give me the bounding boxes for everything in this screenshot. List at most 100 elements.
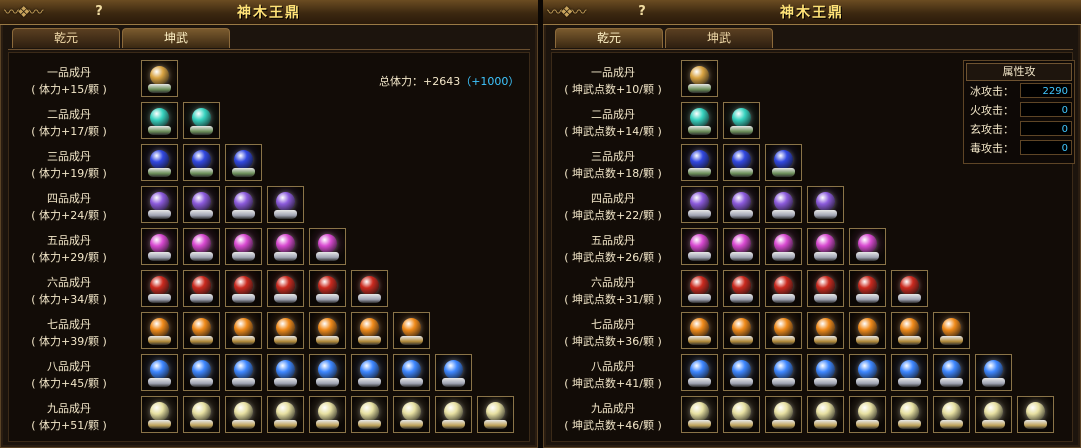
pill-slot[interactable] bbox=[723, 228, 760, 265]
pill-slot[interactable] bbox=[225, 186, 262, 223]
pill-slot[interactable] bbox=[723, 354, 760, 391]
pill-slot[interactable] bbox=[183, 102, 220, 139]
pill-slot[interactable] bbox=[681, 228, 718, 265]
pill-slot[interactable] bbox=[309, 312, 346, 349]
pill-slot[interactable] bbox=[765, 354, 802, 391]
pill-slot[interactable] bbox=[891, 312, 928, 349]
pill-slot[interactable] bbox=[141, 144, 178, 181]
pill-slot[interactable] bbox=[765, 312, 802, 349]
pill-slot[interactable] bbox=[141, 186, 178, 223]
pill-slot[interactable] bbox=[681, 102, 718, 139]
pill-slot[interactable] bbox=[681, 270, 718, 307]
pill-slot[interactable] bbox=[891, 270, 928, 307]
pill-slot[interactable] bbox=[225, 228, 262, 265]
pill-slot[interactable] bbox=[849, 354, 886, 391]
pill-slot[interactable] bbox=[309, 396, 346, 433]
pill-slot[interactable] bbox=[225, 354, 262, 391]
pill-slot[interactable] bbox=[141, 270, 178, 307]
pill-slot[interactable] bbox=[267, 354, 304, 391]
pill-slot[interactable] bbox=[1017, 396, 1054, 433]
pill-slot[interactable] bbox=[723, 144, 760, 181]
pill-slot[interactable] bbox=[933, 312, 970, 349]
pill-slot[interactable] bbox=[477, 396, 514, 433]
pill-slot[interactable] bbox=[351, 354, 388, 391]
pill-slot[interactable] bbox=[183, 186, 220, 223]
pill-slot[interactable] bbox=[267, 312, 304, 349]
pill-slot[interactable] bbox=[225, 396, 262, 433]
tab-qianyuan[interactable]: 乾元 bbox=[555, 28, 663, 48]
pill-slot[interactable] bbox=[723, 102, 760, 139]
pill-slot[interactable] bbox=[849, 312, 886, 349]
pill-slot[interactable] bbox=[141, 228, 178, 265]
pill-slot[interactable] bbox=[183, 144, 220, 181]
pill-slot[interactable] bbox=[681, 354, 718, 391]
pill-slot[interactable] bbox=[849, 270, 886, 307]
pill-slot[interactable] bbox=[183, 396, 220, 433]
pill-slot[interactable] bbox=[309, 270, 346, 307]
pill-slot[interactable] bbox=[891, 354, 928, 391]
pill-slot[interactable] bbox=[765, 144, 802, 181]
pill-slot[interactable] bbox=[807, 228, 844, 265]
pill-slot[interactable] bbox=[309, 354, 346, 391]
pill-slot[interactable] bbox=[807, 270, 844, 307]
elixir-pill-icon bbox=[942, 360, 961, 379]
elixir-pill-icon bbox=[402, 402, 421, 421]
pill-slot[interactable] bbox=[933, 396, 970, 433]
pill-slot[interactable] bbox=[681, 396, 718, 433]
pill-grid: 属性攻 冰攻击： 2290 火攻击： 0 玄攻击： 0 毒攻击： 0 一品成丹(… bbox=[551, 52, 1075, 442]
pill-slot[interactable] bbox=[681, 144, 718, 181]
elixir-pill-icon bbox=[690, 66, 709, 85]
pill-slot[interactable] bbox=[267, 270, 304, 307]
pill-slot[interactable] bbox=[807, 186, 844, 223]
pill-slot[interactable] bbox=[225, 312, 262, 349]
pill-slot[interactable] bbox=[681, 312, 718, 349]
pill-slot[interactable] bbox=[723, 396, 760, 433]
pill-slot[interactable] bbox=[933, 354, 970, 391]
pill-slot[interactable] bbox=[183, 228, 220, 265]
pill-slot[interactable] bbox=[849, 396, 886, 433]
pill-slot[interactable] bbox=[141, 102, 178, 139]
pill-slot[interactable] bbox=[267, 186, 304, 223]
pill-slot[interactable] bbox=[975, 396, 1012, 433]
pill-slot[interactable] bbox=[351, 270, 388, 307]
pill-slot[interactable] bbox=[849, 228, 886, 265]
pill-slot[interactable] bbox=[183, 270, 220, 307]
pill-slot[interactable] bbox=[183, 312, 220, 349]
pill-slot[interactable] bbox=[183, 354, 220, 391]
pill-slot[interactable] bbox=[351, 312, 388, 349]
pill-slot[interactable] bbox=[765, 186, 802, 223]
tab-kunwu[interactable]: 坤武 bbox=[665, 28, 773, 48]
pill-slot[interactable] bbox=[891, 396, 928, 433]
pill-slot[interactable] bbox=[765, 228, 802, 265]
pill-slot[interactable] bbox=[723, 186, 760, 223]
pill-slot[interactable] bbox=[267, 396, 304, 433]
pill-slot[interactable] bbox=[267, 228, 304, 265]
pill-slot[interactable] bbox=[309, 228, 346, 265]
pill-slot[interactable] bbox=[351, 396, 388, 433]
pill-slot[interactable] bbox=[141, 312, 178, 349]
pill-slot[interactable] bbox=[225, 144, 262, 181]
pill-slot[interactable] bbox=[141, 60, 178, 97]
pill-slot[interactable] bbox=[681, 60, 718, 97]
pill-slot[interactable] bbox=[141, 396, 178, 433]
pill-slot[interactable] bbox=[807, 396, 844, 433]
pill-slot[interactable] bbox=[765, 396, 802, 433]
pill-slot[interactable] bbox=[225, 270, 262, 307]
pill-slot[interactable] bbox=[681, 186, 718, 223]
tab-kunwu[interactable]: 坤武 bbox=[122, 28, 230, 48]
pill-slot[interactable] bbox=[435, 396, 472, 433]
pill-slot[interactable] bbox=[723, 270, 760, 307]
pill-slot[interactable] bbox=[975, 354, 1012, 391]
grade-label: 三品成丹 ( 体力+19/颗 ) bbox=[9, 148, 129, 182]
pill-slot[interactable] bbox=[393, 312, 430, 349]
pill-slot[interactable] bbox=[393, 396, 430, 433]
cauldron-base-icon bbox=[730, 252, 753, 261]
pill-slot[interactable] bbox=[807, 312, 844, 349]
pill-slot[interactable] bbox=[141, 354, 178, 391]
pill-slot[interactable] bbox=[807, 354, 844, 391]
pill-slot[interactable] bbox=[393, 354, 430, 391]
pill-slot[interactable] bbox=[435, 354, 472, 391]
pill-slot[interactable] bbox=[765, 270, 802, 307]
pill-slot[interactable] bbox=[723, 312, 760, 349]
tab-qianyuan[interactable]: 乾元 bbox=[12, 28, 120, 48]
